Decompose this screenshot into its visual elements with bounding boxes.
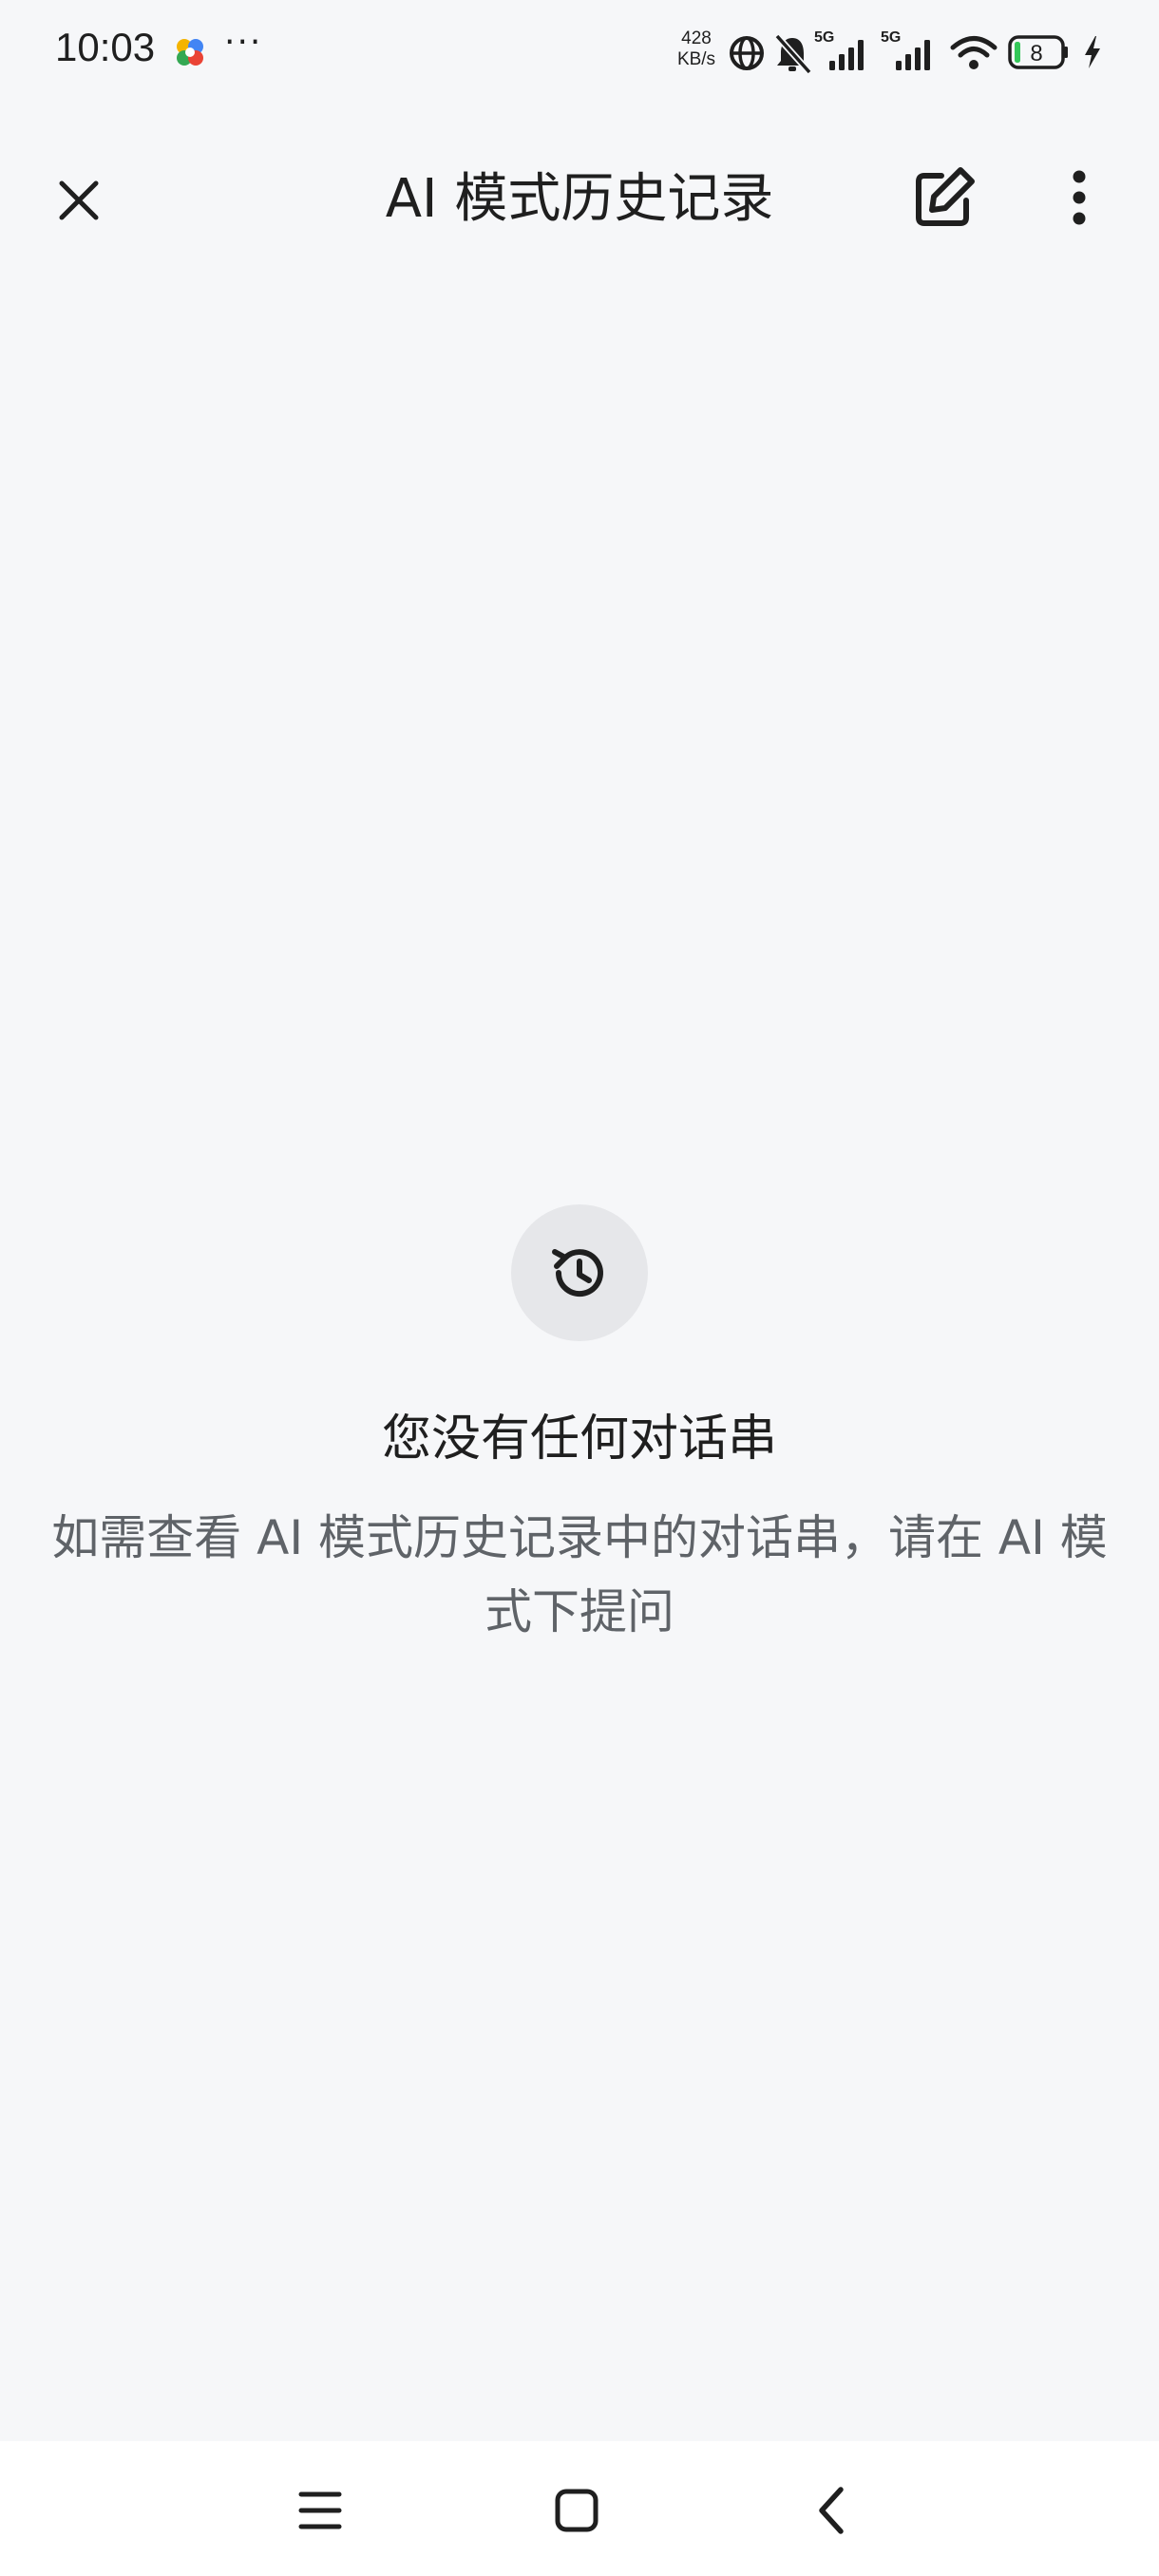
network-speed-unit: KB/s [676,49,716,69]
signal-2-label: 5G [881,29,901,46]
page-title: AI 模式历史记录 [385,168,774,230]
back-button[interactable] [788,2468,874,2553]
more-options-button[interactable] [1037,156,1121,239]
menu-icon [298,2491,342,2529]
more-vertical-icon [1073,170,1086,225]
status-more-icon: ··· [224,23,263,62]
wifi-icon [950,28,998,80]
history-icon-badge [511,1204,648,1341]
empty-state-description: 如需查看 AI 模式历史记录中的对话串，请在 AI 模式下提问 [51,1510,1108,1639]
home-button[interactable] [534,2468,619,2553]
globe-icon [727,28,767,78]
top-app-bar: AI 模式历史记录 [0,141,1159,243]
notifications-muted-icon [771,28,813,80]
signal-1-label: 5G [814,29,834,46]
network-speed-value: 428 [681,28,712,48]
battery-icon: 8 [1007,28,1074,80]
charging-bolt-icon [1081,28,1104,80]
status-time: 10:03 [55,25,156,69]
cellular-signal-1-icon: 5G [813,28,870,80]
edit-icon [916,167,975,226]
close-button[interactable] [38,160,120,241]
app-notification-icon [174,36,206,68]
cellular-signal-2-icon: 5G [880,28,937,80]
system-navigation-bar [0,2441,1159,2576]
history-icon [552,1249,603,1297]
home-icon [555,2489,598,2532]
status-bar: 10:03 ··· 428 KB/s 5G 5G 8 [0,0,1159,106]
empty-state-heading: 您没有任何对话串 [381,1411,777,1468]
new-chat-button[interactable] [902,156,986,239]
battery-level: 8 [1030,41,1042,66]
recents-button[interactable] [277,2468,363,2553]
network-speed: 428 KB/s [673,28,720,70]
back-icon [819,2487,844,2534]
close-icon [59,180,99,220]
